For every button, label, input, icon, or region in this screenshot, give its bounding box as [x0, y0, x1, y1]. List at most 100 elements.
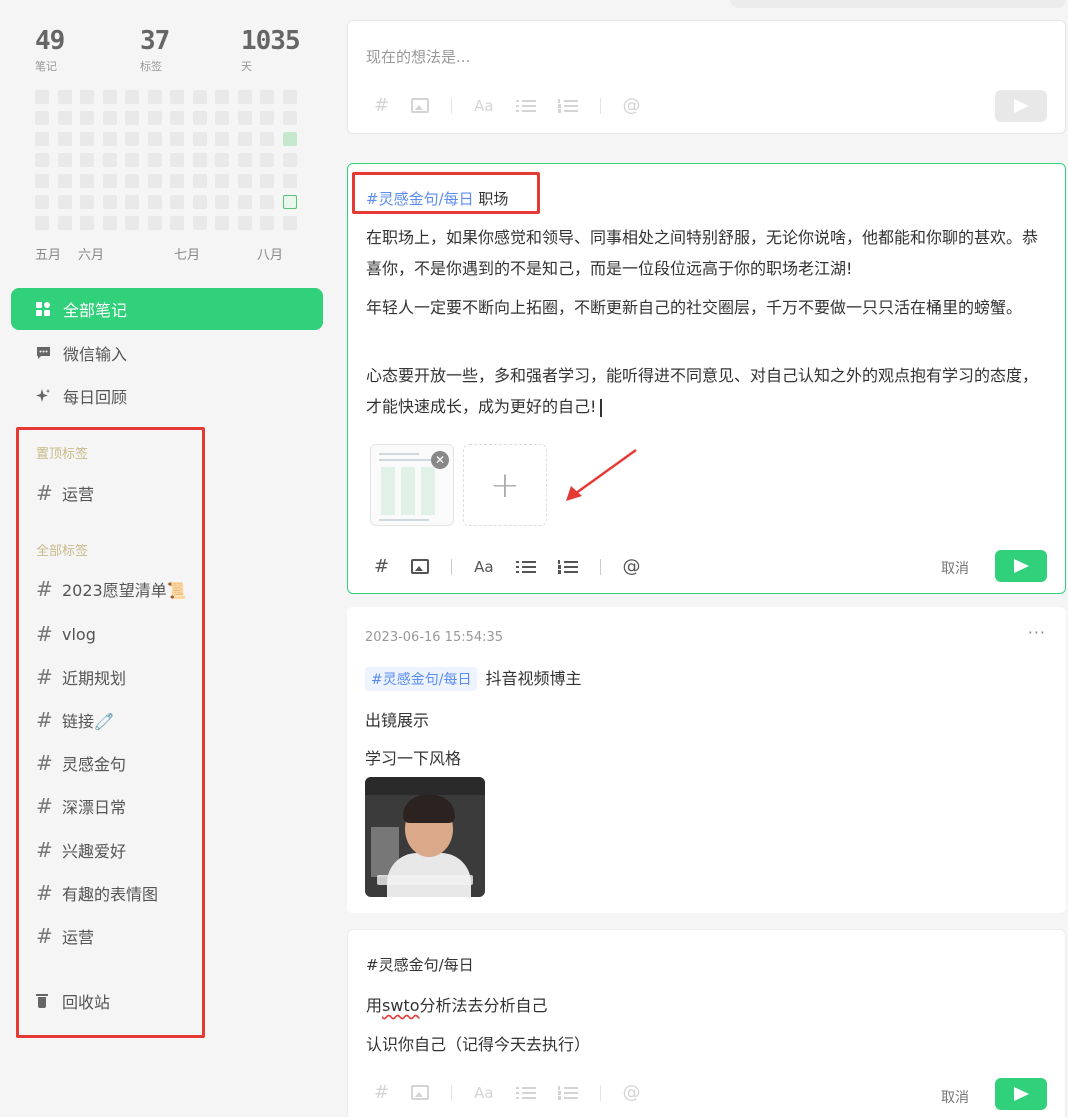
heatmap-cell[interactable]: [282, 216, 297, 230]
heatmap-cell[interactable]: [192, 174, 207, 188]
heatmap-cell[interactable]: [282, 111, 297, 125]
tag-item-wishlist[interactable]: # 2023愿望清单📜: [36, 577, 187, 601]
heatmap-cell[interactable]: [237, 111, 252, 125]
add-image-button[interactable]: +: [463, 444, 547, 526]
heatmap-cell[interactable]: [102, 111, 117, 125]
heatmap-cell[interactable]: [125, 195, 139, 209]
bullet-list-icon[interactable]: [515, 559, 536, 575]
stat-notes[interactable]: 49 笔记: [35, 26, 65, 74]
heatmap-cell[interactable]: [260, 174, 274, 188]
mention-icon[interactable]: @: [623, 556, 641, 577]
composer-input[interactable]: 现在的想法是...: [366, 46, 470, 67]
heatmap-cell[interactable]: [260, 111, 274, 125]
heatmap-cell[interactable]: [57, 216, 72, 230]
heatmap-cell[interactable]: [102, 90, 117, 104]
heatmap-cell[interactable]: [125, 90, 139, 104]
heatmap-cell[interactable]: [170, 132, 184, 146]
heatmap-cell[interactable]: [215, 216, 229, 230]
mention-icon[interactable]: @: [623, 95, 641, 116]
heatmap-cell[interactable]: [282, 132, 297, 146]
heatmap-cell[interactable]: [282, 195, 297, 209]
image-icon[interactable]: [411, 1085, 430, 1100]
bullet-list-icon[interactable]: [515, 98, 536, 114]
editor-paragraph[interactable]: 心态要开放一些，多和强者学习，能听得进不同意见、对自己认知之外的观点抱有学习的态…: [366, 360, 1051, 422]
note-cancel-button[interactable]: 取消: [941, 1087, 969, 1107]
heatmap-cell[interactable]: [215, 132, 229, 146]
editor-paragraph[interactable]: 年轻人一定要不断向上拓圈，不断更新自己的社交圈层，千万不要做一只只活在桶里的螃蟹…: [366, 292, 1051, 323]
editor-paragraph[interactable]: 在职场上，如果你感觉和领导、同事相处之间特别舒服，无论你说啥，他都能和你聊的甚欢…: [366, 222, 1051, 284]
heatmap-cell[interactable]: [192, 111, 207, 125]
heatmap-cell[interactable]: [192, 132, 207, 146]
heatmap-cell[interactable]: [57, 195, 72, 209]
heatmap-cell[interactable]: [215, 174, 229, 188]
tag-item-vlog[interactable]: # vlog: [36, 622, 96, 646]
ordered-list-icon[interactable]: [557, 98, 578, 114]
heatmap-cell[interactable]: [147, 132, 162, 146]
ordered-list-icon[interactable]: [557, 559, 578, 575]
heatmap-cell[interactable]: [237, 195, 252, 209]
note-send-button[interactable]: [995, 1078, 1047, 1110]
heatmap-cell[interactable]: [282, 153, 297, 167]
note-line[interactable]: 用swto分析法去分析自己: [366, 992, 548, 1016]
heatmap-cell[interactable]: [282, 90, 297, 104]
editor-send-button[interactable]: [995, 550, 1047, 582]
mention-icon[interactable]: @: [623, 1082, 641, 1103]
heatmap-cell[interactable]: [147, 174, 162, 188]
font-icon[interactable]: Aa: [474, 97, 493, 115]
heatmap-cell[interactable]: [170, 153, 184, 167]
tag-item-shenzhen-daily[interactable]: # 深漂日常: [36, 794, 126, 818]
tag-item-quotes[interactable]: # 灵感金句: [36, 751, 126, 775]
image-icon[interactable]: [411, 559, 430, 574]
tag-item-hobbies[interactable]: # 兴趣爱好: [36, 838, 126, 862]
remove-image-icon[interactable]: ✕: [431, 451, 449, 469]
top-search-bar[interactable]: [730, 0, 1066, 8]
heatmap-cell[interactable]: [147, 90, 162, 104]
heatmap-cell[interactable]: [260, 216, 274, 230]
heatmap-cell[interactable]: [125, 111, 139, 125]
heatmap-cell[interactable]: [57, 153, 72, 167]
heatmap-cell[interactable]: [125, 153, 139, 167]
heatmap-cell[interactable]: [125, 132, 139, 146]
heatmap-cell[interactable]: [192, 195, 207, 209]
heatmap-cell[interactable]: [57, 174, 72, 188]
heatmap-cell[interactable]: [35, 153, 49, 167]
hash-tag-icon[interactable]: #: [374, 95, 389, 116]
nav-all-notes[interactable]: 全部笔记: [11, 288, 323, 330]
heatmap-cell[interactable]: [102, 174, 117, 188]
heatmap-cell[interactable]: [102, 132, 117, 146]
heatmap-cell[interactable]: [147, 195, 162, 209]
heatmap-cell[interactable]: [170, 216, 184, 230]
trash-button[interactable]: 回收站: [36, 989, 110, 1013]
heatmap-cell[interactable]: [215, 195, 229, 209]
heatmap-cell[interactable]: [57, 90, 72, 104]
heatmap-cell[interactable]: [192, 216, 207, 230]
stat-tags[interactable]: 37 标签: [140, 26, 170, 74]
heatmap-cell[interactable]: [282, 174, 297, 188]
ordered-list-icon[interactable]: [557, 1085, 578, 1101]
heatmap-cell[interactable]: [102, 216, 117, 230]
video-thumbnail[interactable]: [365, 777, 485, 897]
heatmap-cell[interactable]: [80, 195, 94, 209]
heatmap-cell[interactable]: [192, 153, 207, 167]
editor-tag-link[interactable]: #灵感金句/每日: [366, 190, 474, 208]
heatmap-cell[interactable]: [80, 153, 94, 167]
note-line[interactable]: 认识你自己（记得今天去执行）: [366, 1031, 590, 1055]
heatmap-cell[interactable]: [125, 216, 139, 230]
heatmap-cell[interactable]: [260, 90, 274, 104]
heatmap-cell[interactable]: [170, 90, 184, 104]
heatmap-cell[interactable]: [35, 174, 49, 188]
heatmap-cell[interactable]: [215, 90, 229, 104]
heatmap-cell[interactable]: [80, 111, 94, 125]
attached-image-thumbnail[interactable]: ✕: [370, 444, 454, 526]
heatmap-cell[interactable]: [192, 90, 207, 104]
tag-item-plans[interactable]: # 近期规划: [36, 665, 126, 689]
heatmap-cell[interactable]: [57, 132, 72, 146]
heatmap-cell[interactable]: [260, 153, 274, 167]
hash-tag-icon[interactable]: #: [374, 556, 389, 577]
heatmap-cell[interactable]: [147, 153, 162, 167]
heatmap-cell[interactable]: [125, 174, 139, 188]
heatmap-cell[interactable]: [80, 90, 94, 104]
tag-item-pinned-ops[interactable]: # 运营: [36, 481, 94, 505]
heatmap-cell[interactable]: [237, 90, 252, 104]
heatmap-cell[interactable]: [237, 132, 252, 146]
